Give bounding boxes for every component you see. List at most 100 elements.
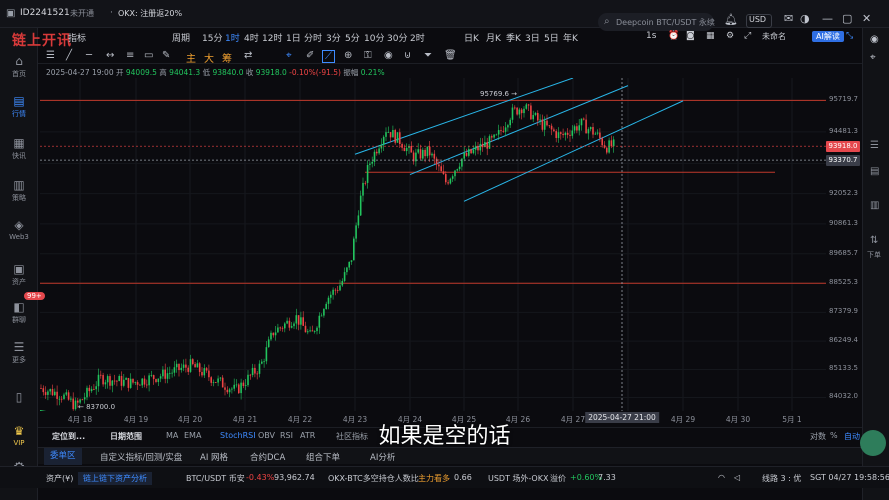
tab-custom-indicators[interactable]: 自定义指标/回测/实盘	[100, 451, 182, 463]
eye-icon[interactable]: ◉	[384, 50, 393, 61]
ticker1-name[interactable]: BTC/USDT 币安	[186, 473, 245, 484]
menu-icon[interactable]: ☰	[46, 50, 55, 61]
filter-icon[interactable]: ⏷	[424, 50, 432, 61]
tf-12h[interactable]: 12时	[262, 31, 282, 44]
indicator-menu[interactable]: 指标	[68, 31, 86, 44]
tf-10m[interactable]: 10分	[364, 31, 384, 44]
channel-tool-icon[interactable]: ≡	[126, 50, 134, 61]
close-icon[interactable]: ✕	[862, 12, 871, 25]
tf-time[interactable]: 分时	[304, 31, 322, 44]
brush-tool-icon[interactable]: ✎	[162, 50, 170, 61]
chips-toggle[interactable]: 筹	[222, 50, 232, 65]
candle-body	[594, 133, 597, 135]
order-label[interactable]: 下单	[867, 250, 881, 260]
tab-combo-order[interactable]: 组合下单	[306, 451, 340, 463]
tf-day-k[interactable]: 日K	[464, 31, 479, 44]
tf-month-k[interactable]: 月K	[486, 31, 501, 44]
tab-ai-grid[interactable]: AI 网格	[200, 451, 228, 463]
ticker2-name[interactable]: OKX-BTC多空持仓人数比	[328, 473, 419, 484]
main-chart-toggle[interactable]: 主	[186, 50, 196, 65]
asset-analysis-button[interactable]: 链上链下资产分析	[78, 472, 152, 485]
nav-chat[interactable]: ◧ 群聊	[0, 300, 38, 325]
ticker3-name[interactable]: USDT 场外-OKX	[488, 473, 548, 484]
lock-icon[interactable]: ⚿	[364, 50, 372, 61]
candle-body	[410, 146, 413, 153]
candle-body	[166, 373, 169, 379]
camera-icon[interactable]: ◙	[686, 31, 695, 41]
tf-30m[interactable]: 30分	[387, 31, 407, 44]
theme-icon[interactable]: ◑	[800, 12, 810, 25]
tab-orders[interactable]: 委单区	[44, 448, 82, 465]
account-name[interactable]: 未命名	[762, 31, 786, 42]
tf-1d[interactable]: 1日	[286, 31, 301, 44]
ai-interpret-button[interactable]: AI解读	[812, 31, 844, 42]
tf-3d[interactable]: 3日	[525, 31, 540, 44]
message-icon[interactable]: ✉	[784, 12, 793, 25]
settings-icon[interactable]: ⚙	[726, 31, 734, 41]
wifi-icon: ◠	[718, 473, 725, 482]
candlestick-chart[interactable]: 95769.6 → ← 83700.0	[40, 78, 826, 411]
period-menu[interactable]: 周期	[172, 31, 190, 44]
candle-body	[150, 375, 153, 376]
announcement-text[interactable]: OKX: 注册返20%	[118, 8, 182, 19]
search-input[interactable]: ⌕ Deepcoin BTC/USDT 永续	[598, 13, 715, 31]
price-axis[interactable]: 95719.794481.393242.892052.390861.389685…	[826, 78, 862, 411]
hline-tool-icon[interactable]: ─	[86, 50, 92, 61]
zoom-level[interactable]: 1s	[646, 31, 656, 41]
alarm-icon[interactable]: ⏰	[668, 31, 679, 41]
assistant-float-icon[interactable]	[860, 430, 886, 456]
orderbook-icon[interactable]: ▤	[870, 166, 879, 177]
trash-icon[interactable]: 🗑︎	[444, 50, 457, 61]
bell-icon[interactable]: 🔔︎	[724, 13, 738, 26]
rect-tool-icon[interactable]: ▭	[144, 50, 153, 61]
tf-3m[interactable]: 3分	[326, 31, 341, 44]
order-icon[interactable]: ⇅	[870, 235, 878, 246]
tab-ai-analysis[interactable]: AI分析	[370, 451, 395, 463]
verify-status[interactable]: 未开通	[70, 8, 94, 19]
nav-mobile[interactable]: ▯	[0, 390, 38, 404]
list-icon[interactable]: ☰	[870, 140, 879, 151]
tf-1h[interactable]: 1时	[225, 31, 240, 44]
nav-news[interactable]: ▦ 快讯	[0, 136, 38, 161]
layout-icon[interactable]: ▦	[706, 31, 715, 41]
nav-strategy[interactable]: ▥ 策略	[0, 178, 38, 203]
connection-status[interactable]: 线路 3 : 优	[762, 473, 801, 484]
minimize-icon[interactable]: —	[822, 12, 833, 25]
pen-tool-icon[interactable]: ✐	[306, 50, 314, 61]
nav-market[interactable]: ▤ 行情	[0, 94, 38, 119]
nav-market-label: 行情	[12, 110, 26, 118]
tab-contract-dca[interactable]: 合约DCA	[250, 451, 285, 463]
measure-icon[interactable]: ⊕	[344, 50, 352, 61]
tf-quarter-k[interactable]: 季K	[506, 31, 521, 44]
speaker-icon[interactable]: ◁	[734, 473, 740, 482]
ray-tool-icon[interactable]: ↔	[106, 50, 114, 61]
tf-5d[interactable]: 5日	[544, 31, 559, 44]
pin-icon[interactable]: ⌖	[870, 52, 876, 63]
tf-2h[interactable]: 2时	[410, 31, 425, 44]
tf-4h[interactable]: 4时	[244, 31, 259, 44]
nav-assets[interactable]: ▣ 资产	[0, 262, 38, 287]
tf-year-k[interactable]: 年K	[563, 31, 578, 44]
nav-more[interactable]: ☰ 更多	[0, 340, 38, 365]
candle-body	[67, 392, 70, 400]
user-id[interactable]: ID2241521	[20, 8, 70, 18]
magnet-icon[interactable]: ⊍	[404, 50, 411, 61]
eye-icon[interactable]: ◉	[870, 34, 879, 45]
tf-5m[interactable]: 5分	[345, 31, 360, 44]
currency-select[interactable]: USD	[746, 14, 772, 28]
maximize-icon[interactable]: ▢	[842, 12, 852, 25]
fullscreen-icon[interactable]: ⤢	[744, 31, 751, 41]
depth-icon[interactable]: ▥	[870, 200, 879, 211]
nav-web3[interactable]: ◈ Web3	[0, 218, 38, 241]
tf-15m[interactable]: 15分	[202, 31, 222, 44]
compare-icon[interactable]: ⇄	[244, 50, 252, 61]
expand-icon[interactable]: ⤡	[846, 31, 853, 41]
account-icon[interactable]: ▣	[6, 8, 15, 19]
trend-tool-icon[interactable]: ⟋	[322, 50, 335, 63]
candle-body	[212, 382, 215, 383]
candle-body	[442, 171, 445, 175]
nav-home[interactable]: ⌂ 首页	[0, 54, 38, 79]
big-order-toggle[interactable]: 大	[204, 50, 214, 65]
select-tool-icon[interactable]: ⌖	[286, 50, 292, 61]
line-tool-icon[interactable]: ╱	[66, 50, 72, 61]
